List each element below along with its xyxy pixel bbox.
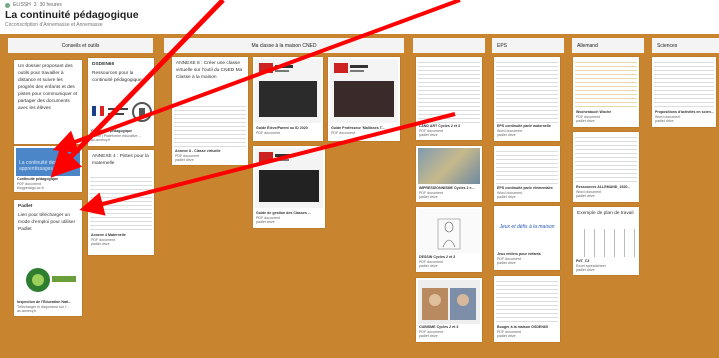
card-ressources[interactable]: DSDEN65 Ressources pour la continuité pé…	[88, 58, 154, 146]
padlet-title: Padlet	[18, 204, 33, 209]
annexe8-label: Annexe 8 - Classe virtuelle PDF document p…	[175, 149, 221, 162]
author-name: ELISSH	[13, 2, 31, 8]
annexe8-text: ANNEXE 8 : Créer une classe virtuelle su…	[176, 61, 243, 80]
eps-bouger-thumbnail	[496, 278, 558, 324]
cned-guide2-thumbnail	[330, 59, 398, 123]
eps-maternelle-thumbnail	[496, 59, 558, 123]
card-allemand-wochenbuch[interactable]: Wochenbuch Woche PDF document padlet drive	[573, 57, 639, 127]
card-continuite[interactable]: La continuité des apprentissages Continu…	[14, 146, 82, 192]
column-header-sciences[interactable]: Sciences	[652, 38, 719, 53]
allemand-plan-thumbnail	[575, 229, 637, 257]
impressionnisme-label: IMPRESSIONNISME Cycles 2 e... PDF documen…	[419, 186, 475, 199]
cubisme-thumbnail	[418, 280, 480, 324]
padlet-logo-thumbnail	[16, 264, 80, 298]
padlet-body: Lien pour télécharger un mode d'emploi p…	[18, 213, 76, 232]
cned-guide1-thumbnail	[255, 59, 321, 123]
header-meta: ELISSH 3 30 heures	[5, 2, 62, 8]
eps-jeux-thumbnail: Jeux et défis à la maison	[496, 208, 558, 250]
column-header-cned[interactable]: Ma classe à la maison CNED	[164, 38, 404, 53]
ressources-title: DSDEN65	[92, 62, 115, 67]
cned-guide3-label: Guide de gestion des Classes ... PDF docu…	[256, 211, 311, 224]
dessin-label: DESSIN Cycles 2 et 3 PDF document padlet d…	[419, 255, 456, 268]
updated-time: 30 heures	[39, 2, 62, 8]
landart-thumbnail	[418, 59, 480, 123]
allemand-plan-title: Exemple de plan de travail	[577, 211, 634, 216]
card-cned-guide1[interactable]: Guide Élève/Parent ou ID 2020 PDF documen…	[253, 57, 323, 141]
card-cubisme[interactable]: CUBISME Cycles 2 et 3 PDF document padlet …	[416, 278, 482, 342]
card-eps-elementaire[interactable]: EPS continuité parle élémentaire Word doc…	[494, 146, 560, 202]
dessin-thumbnail	[418, 209, 480, 253]
card-cned-guide2[interactable]: Guide Professeur 'Mallisses T... PDF docu…	[328, 57, 400, 141]
column-header-allemand[interactable]: Allemand	[572, 38, 644, 53]
eps-maternelle-label: EPS continuité parle maternelle Word docu…	[497, 124, 551, 137]
page-subtitle: Circonscription d'Annemasse et Annemasse	[5, 22, 103, 28]
card-allemand-ressources[interactable]: Ressources ALLEMAND_1920... Word document…	[573, 132, 639, 202]
eps-bouger-label: Bouger à la maison OSDEN65 PDF document pa…	[497, 325, 548, 338]
cned-guide2-label: Guide Professeur 'Mallisses T... PDF docu…	[331, 126, 385, 135]
allemand-wochenbuch-thumbnail	[575, 59, 637, 109]
landart-label: LAND ART Cycles 2 et 3 PDF document padlet…	[419, 124, 461, 137]
card-sciences[interactable]: Propositions d'activités en scien... Word…	[652, 57, 716, 127]
eps-jeux-label: Jeux entiers pour enfants PDF document pad…	[497, 252, 541, 265]
card-impressionnisme[interactable]: IMPRESSIONNISME Cycles 2 e... PDF documen…	[416, 146, 482, 202]
ressources-body: Ressources pour la continuité pédagogiqu…	[92, 71, 142, 83]
column-header-arts[interactable]	[413, 38, 485, 53]
sciences-label: Propositions d'activités en scien... Word…	[655, 110, 714, 123]
padlet-header: ELISSH 3 30 heures La continuité pédagog…	[0, 0, 719, 34]
allemand-ressources-thumbnail	[575, 134, 637, 184]
card-padlet[interactable]: Padlet Lien pour télécharger un mode d'e…	[14, 200, 82, 316]
ressources-logo-thumbnail	[90, 98, 152, 126]
card-landart[interactable]: LAND ART Cycles 2 et 3 PDF document padlet…	[416, 57, 482, 140]
annexe8-thumbnail	[174, 103, 246, 147]
cned-guide3-thumbnail	[255, 148, 323, 208]
eps-elementaire-thumbnail	[496, 148, 558, 184]
page-title: La continuité pédagogique	[5, 9, 139, 21]
annexe4-text: ANNEXE 4 : Pistes pour la maternelle	[92, 154, 149, 166]
card-cned-guide3[interactable]: Guide de gestion des Classes ... PDF docu…	[253, 146, 325, 228]
eps-elementaire-label: EPS continuité parle élémentaire Word doc…	[497, 186, 553, 199]
card-allemand-plan[interactable]: Exemple de plan de travail PdT_C3 Excel s…	[573, 207, 639, 275]
padlet-label: Inspection de l'Éducation Nati... Télécha…	[17, 300, 72, 313]
card-annexe4[interactable]: ANNEXE 4 : Pistes pour la maternelle Ann…	[88, 150, 154, 255]
continuite-label: Continuité pédagogique PDF document blogpe…	[17, 177, 59, 190]
post-counter: 3	[33, 2, 37, 8]
allemand-wochenbuch-label: Wochenbuch Woche PDF document padlet drive	[576, 110, 612, 123]
card-dossier[interactable]: Un dossier proposant des outils pour tra…	[14, 60, 82, 144]
card-eps-jeux[interactable]: Jeux et défis à la maison Jeux entiers p…	[494, 206, 560, 270]
sciences-thumbnail	[654, 59, 714, 109]
column-header-conseils[interactable]: Conseils et outils	[8, 38, 153, 53]
annexe4-thumbnail	[90, 174, 152, 230]
card-dossier-text: Un dossier proposant des outils pour tra…	[18, 64, 78, 111]
card-dessin[interactable]: DESSIN Cycles 2 et 3 PDF document padlet d…	[416, 207, 482, 272]
impressionnisme-thumbnail	[418, 148, 480, 184]
continuite-thumbnail: La continuité des apprentissages	[16, 148, 80, 176]
cubisme-label: CUBISME Cycles 2 et 3 PDF document padlet …	[419, 325, 459, 338]
ressources-label: Continuité pédagogique Lumni | Plateforme…	[91, 129, 142, 142]
author-avatar[interactable]	[5, 2, 10, 8]
card-annexe8[interactable]: ANNEXE 8 : Créer une classe virtuelle su…	[172, 57, 248, 165]
card-eps-maternelle[interactable]: EPS continuité parle maternelle Word docu…	[494, 57, 560, 141]
card-eps-bouger[interactable]: Bouger à la maison OSDEN65 PDF document pa…	[494, 276, 560, 342]
cned-guide1-label: Guide Élève/Parent ou ID 2020 PDF documen…	[256, 126, 308, 135]
allemand-plan-label: PdT_C3 Excel spreadsheet padlet drive	[576, 259, 606, 272]
annexe4-label: Annexe 4 Maternelle PDF document padlet dr…	[91, 233, 126, 246]
allemand-ressources-label: Ressources ALLEMAND_1920... Word document…	[576, 185, 631, 198]
column-header-eps[interactable]: EPS	[492, 38, 564, 53]
